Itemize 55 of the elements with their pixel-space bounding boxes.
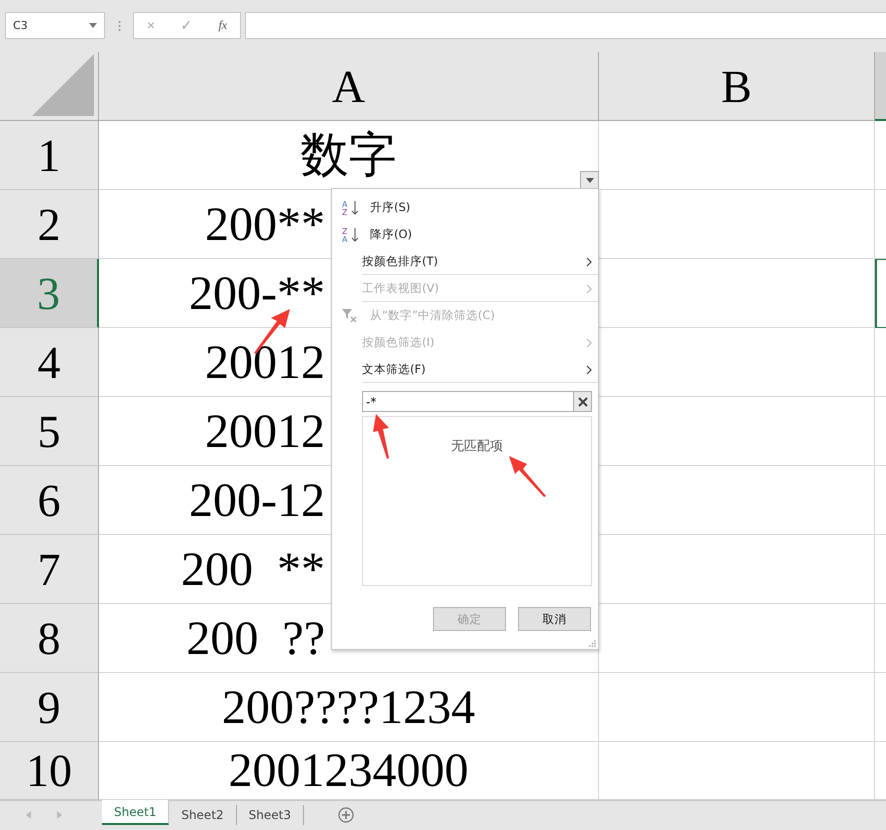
sheet-tab[interactable]: Sheet2 bbox=[169, 805, 237, 825]
chevron-right-icon bbox=[586, 256, 592, 266]
add-sheet-icon[interactable] bbox=[338, 807, 354, 823]
search-field[interactable]: -* bbox=[362, 391, 573, 412]
sheet-tab[interactable]: Sheet3 bbox=[236, 805, 304, 825]
more-icon bbox=[118, 20, 121, 32]
formula-field[interactable] bbox=[245, 12, 886, 38]
insert-function-button[interactable]: fx bbox=[214, 18, 232, 32]
table-cell-text: 20012 bbox=[204, 404, 325, 458]
filter-dropdown-button[interactable] bbox=[580, 171, 599, 189]
chevron-right-icon bbox=[586, 338, 592, 348]
row-header[interactable]: 9 bbox=[0, 673, 99, 742]
row-header[interactable]: 7 bbox=[0, 535, 99, 604]
scroll-left-icon[interactable] bbox=[26, 811, 32, 819]
row-header[interactable]: 3 bbox=[0, 259, 99, 328]
table-cell-text: 200-12 bbox=[188, 472, 325, 528]
annotation-arrow bbox=[372, 413, 392, 459]
table-cell-text: 200 ** bbox=[180, 542, 325, 596]
table-cell: 2001234000 bbox=[228, 743, 468, 798]
table-cell-text: 200-** bbox=[188, 266, 325, 320]
scroll-right-icon[interactable] bbox=[56, 811, 62, 819]
no-matches-text: 无匹配项 bbox=[451, 438, 503, 455]
row-header[interactable]: 8 bbox=[0, 604, 99, 673]
menu-item[interactable]: A Z 升序(S) bbox=[332, 194, 598, 221]
chevron-right-icon bbox=[586, 364, 592, 374]
table-cell-text: 数字 bbox=[300, 128, 396, 184]
row-header[interactable]: 1 bbox=[0, 121, 99, 190]
cancel-button[interactable]: 取消 bbox=[518, 607, 591, 631]
sheet-tab[interactable]: Sheet1 bbox=[102, 800, 170, 825]
select-all-icon[interactable] bbox=[32, 54, 94, 116]
column-header[interactable]: A bbox=[99, 52, 599, 121]
row-header[interactable]: 4 bbox=[0, 328, 99, 397]
caret-icon bbox=[586, 178, 594, 182]
name-box[interactable]: C3 bbox=[5, 12, 105, 38]
table-cell-text: 200 ?? bbox=[185, 610, 325, 666]
row-header[interactable]: 2 bbox=[0, 190, 99, 259]
column-header[interactable] bbox=[875, 52, 886, 121]
chevron-right-icon bbox=[586, 284, 592, 294]
table-cell: 200????1234 bbox=[222, 680, 476, 734]
caret-icon bbox=[89, 22, 97, 28]
row-header[interactable]: 5 bbox=[0, 397, 99, 466]
menu-item[interactable]: 文本筛选(F) bbox=[332, 356, 598, 383]
table-cell-text: 20012 bbox=[204, 334, 325, 390]
row-header[interactable]: 6 bbox=[0, 466, 99, 535]
resize-grip-icon[interactable] bbox=[589, 640, 596, 647]
menu-item[interactable]: Z A 降序(O) bbox=[332, 221, 598, 248]
clear-search-button[interactable] bbox=[573, 391, 592, 412]
menu-item[interactable]: 按颜色排序(T) bbox=[332, 248, 598, 275]
row-header[interactable]: 10 bbox=[0, 742, 99, 800]
column-header[interactable]: B bbox=[599, 52, 875, 121]
table-cell-text: 200** bbox=[204, 196, 325, 252]
annotation-arrow bbox=[508, 455, 548, 497]
clear-filter-icon bbox=[342, 308, 358, 322]
close-icon bbox=[578, 396, 588, 406]
table-cell bbox=[875, 259, 886, 328]
